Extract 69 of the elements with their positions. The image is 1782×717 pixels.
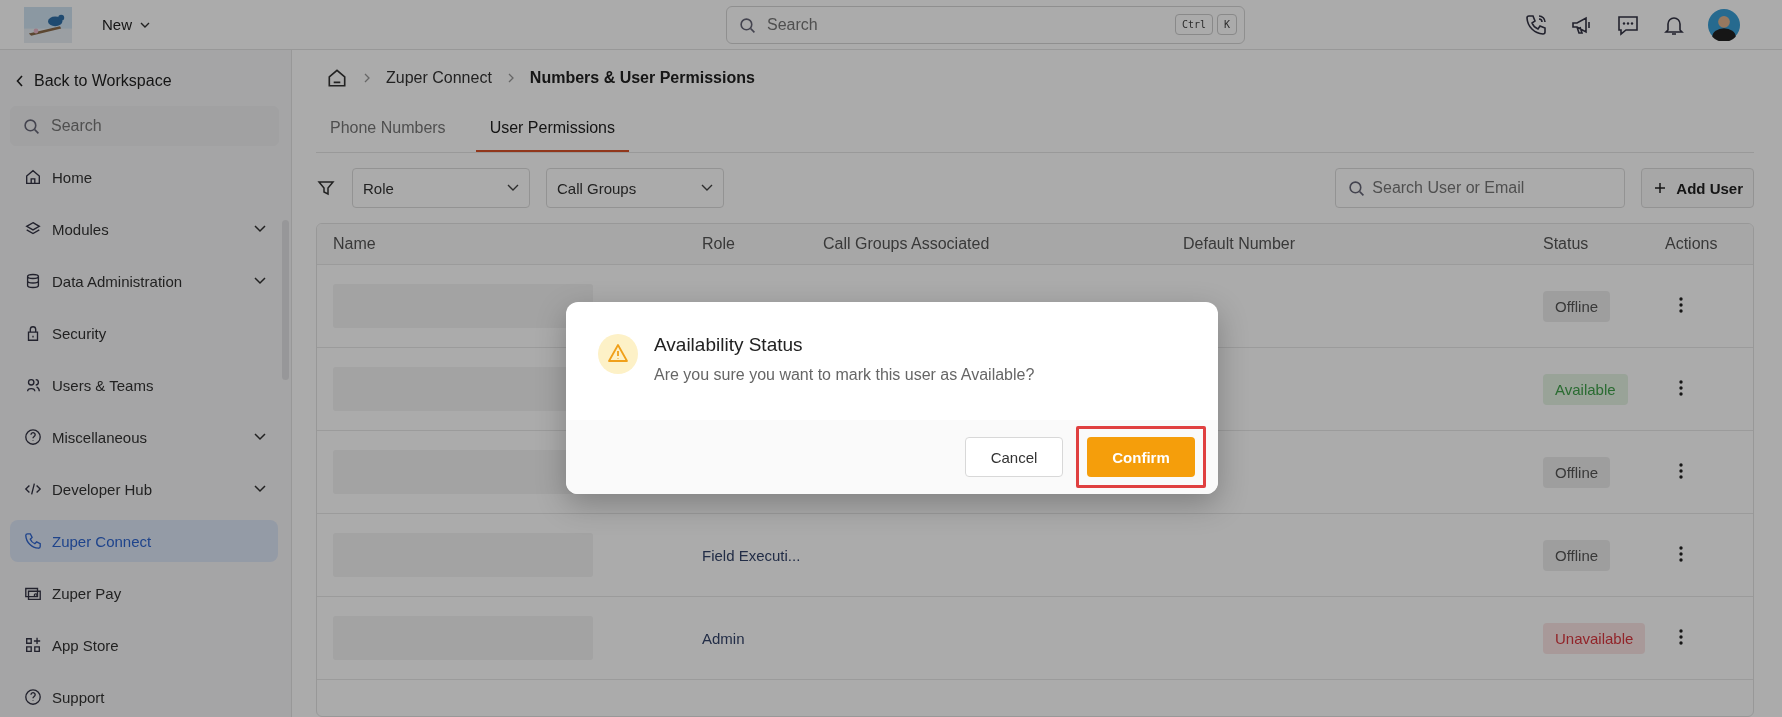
more-options-icon[interactable]	[1679, 462, 1683, 479]
phone-icon	[24, 532, 42, 550]
sidebar-item[interactable]: Zuper Pay	[10, 572, 278, 614]
table-cell: Field Executi...	[702, 546, 801, 564]
status-badge[interactable]: Offline	[1543, 539, 1611, 571]
sidebar-item[interactable]: Support	[10, 676, 278, 717]
chevron-down-icon	[254, 433, 266, 441]
chevron-down-icon	[254, 485, 266, 493]
breadcrumb-item[interactable]: Zuper Connect	[386, 69, 492, 87]
more-options-icon[interactable]	[1679, 379, 1683, 396]
shortcut-key: Ctrl	[1174, 13, 1213, 35]
sidebar-item[interactable]: Users & Teams	[10, 364, 278, 406]
apps-icon	[24, 636, 42, 654]
phone-icon[interactable]	[1524, 12, 1548, 37]
home-icon	[24, 168, 42, 186]
add-user-button[interactable]: Add User	[1641, 168, 1754, 208]
database-icon	[24, 272, 42, 290]
chevron-down-icon	[254, 225, 266, 233]
chevron-down-icon	[507, 184, 519, 192]
column-header: Role	[701, 235, 736, 253]
chevron-right-icon	[364, 73, 370, 83]
search-icon	[739, 16, 756, 34]
plus-icon	[1654, 182, 1667, 194]
filter-dropdown[interactable]: Call Groups	[546, 168, 724, 208]
chevron-left-icon	[16, 75, 24, 87]
back-to-workspace-link[interactable]: Back to Workspace	[10, 50, 178, 90]
status-badge[interactable]: Offline	[1543, 456, 1611, 488]
sidebar-item[interactable]: Modules	[10, 208, 278, 250]
more-options-icon[interactable]	[1679, 545, 1683, 562]
new-menu-button[interactable]: New	[96, 15, 156, 34]
sidebar-item[interactable]: Developer Hub	[10, 468, 278, 510]
filter-dropdown[interactable]: Role	[352, 168, 530, 208]
chevron-right-icon	[507, 73, 514, 83]
search-icon	[23, 118, 40, 135]
warning-icon	[598, 334, 638, 374]
sidebar-item[interactable]: Data Administration	[10, 260, 278, 302]
chevron-down-icon	[140, 21, 150, 28]
tab[interactable]: Phone Numbers	[316, 106, 460, 152]
tab[interactable]: User Permissions	[475, 106, 629, 152]
home-icon[interactable]	[326, 67, 348, 89]
sidebar-item[interactable]: App Store	[10, 624, 278, 666]
column-header: Call Groups Associated	[822, 235, 991, 253]
more-options-icon[interactable]	[1679, 628, 1683, 645]
more-options-icon[interactable]	[1679, 296, 1683, 313]
sidebar-item[interactable]: Zuper Connect	[10, 520, 278, 562]
help-icon	[24, 688, 42, 706]
breadcrumb-item: Numbers & User Permissions	[529, 69, 755, 87]
column-header: Default Number	[1182, 235, 1297, 253]
search-icon	[1348, 180, 1366, 197]
cancel-button[interactable]: Cancel	[965, 437, 1063, 477]
column-header: Name	[332, 235, 377, 253]
sidebar-item[interactable]: Miscellaneous	[10, 416, 278, 458]
help-icon	[24, 428, 42, 446]
chevron-down-icon	[254, 277, 266, 285]
sidebar-item[interactable]: Security	[10, 312, 278, 354]
status-badge[interactable]: Offline	[1543, 290, 1611, 322]
filter-icon[interactable]	[316, 178, 336, 198]
table-cell: Admin	[702, 629, 745, 647]
avatar[interactable]	[1708, 8, 1740, 41]
sidebar-search-field[interactable]: Search	[10, 106, 279, 146]
sidebar-item[interactable]: Home	[10, 156, 278, 198]
user-search-field[interactable]: Search User or Email	[1335, 168, 1626, 208]
dialog-title: Availability Status	[654, 334, 804, 356]
users-icon	[24, 376, 42, 394]
column-header: Actions	[1664, 235, 1719, 253]
chevron-down-icon	[701, 184, 713, 192]
shortcut-key: K	[1217, 13, 1237, 35]
dialog-message: Are you sure you want to mark this user as Available?	[654, 366, 1035, 384]
column-header: Status	[1542, 235, 1590, 253]
